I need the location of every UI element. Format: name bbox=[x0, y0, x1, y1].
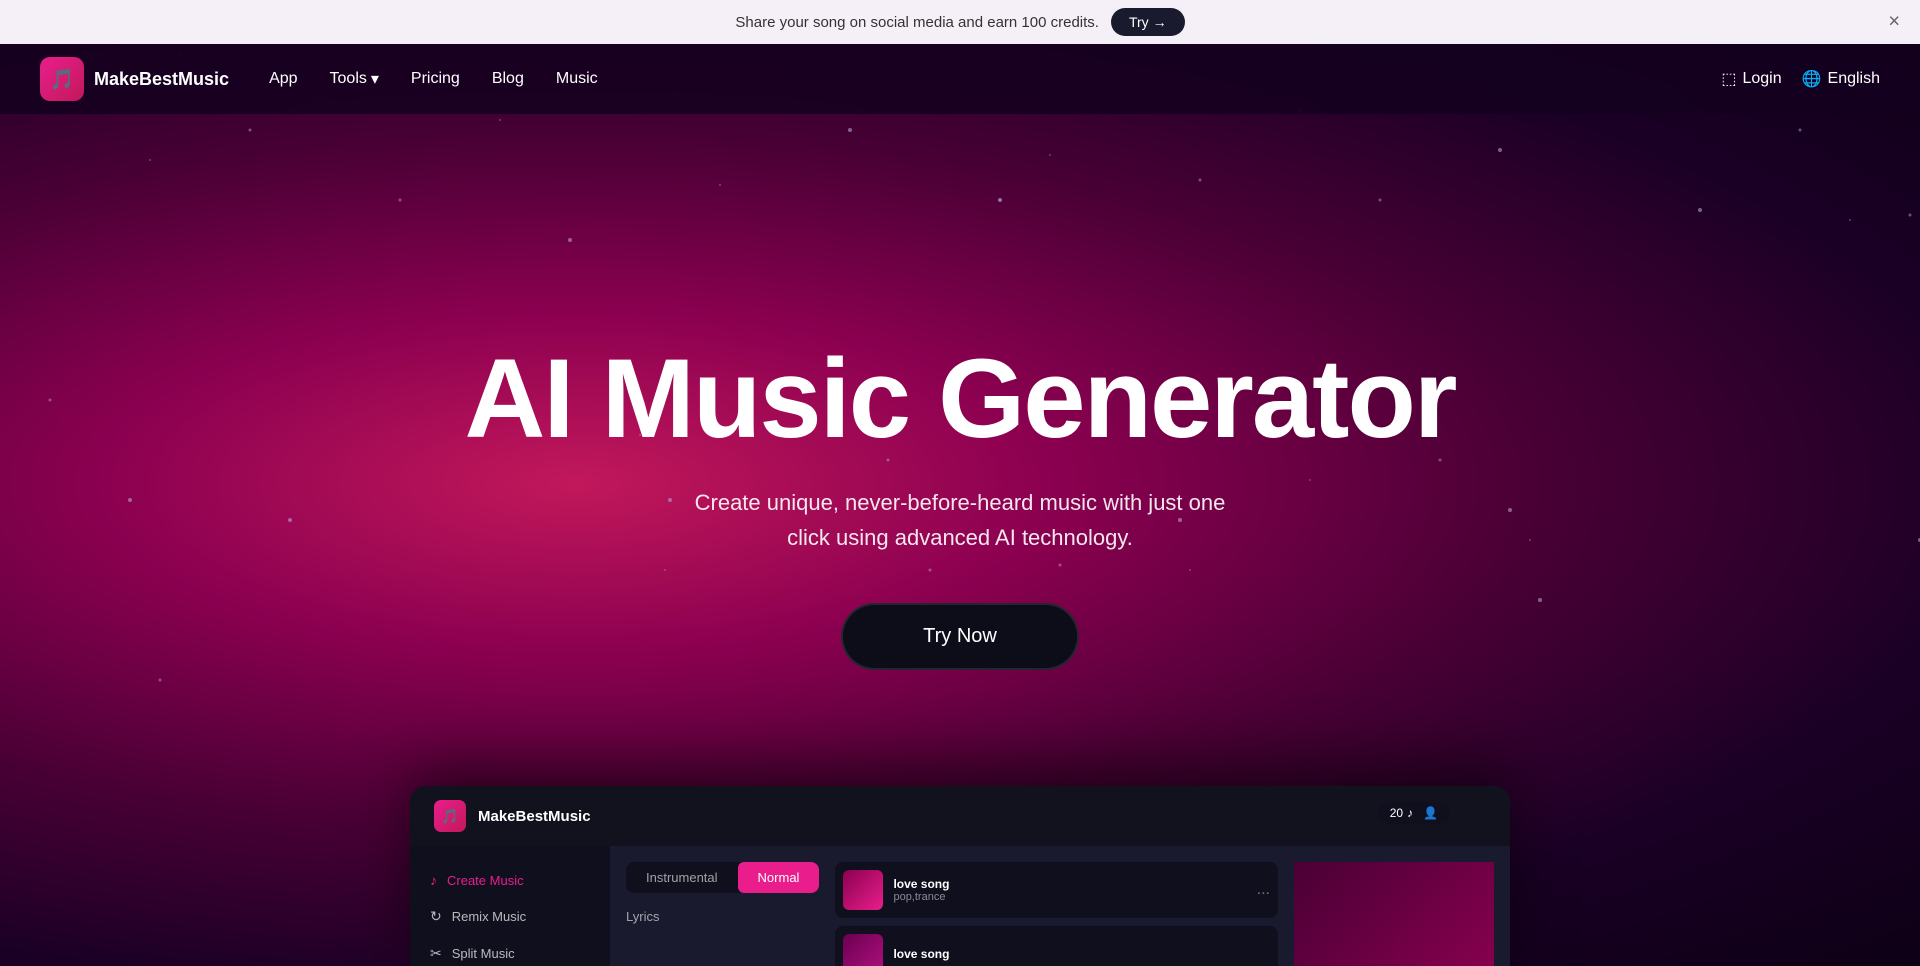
navbar: 🎵 MakeBestMusic App Tools ▾ Pricing Blog… bbox=[0, 44, 1920, 114]
login-label: Login bbox=[1742, 70, 1781, 88]
create-music-icon: ♪ bbox=[430, 872, 437, 888]
song-more-icon-1[interactable]: ... bbox=[1257, 881, 1270, 899]
nav-pricing[interactable]: Pricing bbox=[411, 70, 460, 88]
nav-links: App Tools ▾ Pricing Blog Music bbox=[269, 69, 598, 89]
app-preview-header: 🎵 MakeBestMusic 20 ♪ 👤 bbox=[410, 786, 1510, 846]
credits-badge: 20 ♪ 👤 bbox=[1378, 802, 1450, 824]
app-preview: 🎵 MakeBestMusic 20 ♪ 👤 ♪ Create Music ↻ … bbox=[410, 786, 1510, 966]
sidebar-item-remix-music[interactable]: ↻ Remix Music bbox=[410, 898, 610, 935]
app-body: ♪ Create Music ↻ Remix Music ✂ Split Mus… bbox=[410, 846, 1510, 966]
song-item-1: love song pop,trance ... bbox=[835, 862, 1278, 918]
nav-right: ⬚ Login 🌐 English bbox=[1721, 69, 1880, 89]
song-tags-1: pop,trance bbox=[893, 891, 1246, 903]
nav-music[interactable]: Music bbox=[556, 70, 598, 88]
announcement-bar: Share your song on social media and earn… bbox=[0, 0, 1920, 44]
app-right-preview bbox=[1294, 862, 1494, 960]
login-icon: ⬚ bbox=[1721, 69, 1736, 89]
nav-tools[interactable]: Tools ▾ bbox=[330, 69, 379, 89]
nav-app[interactable]: App bbox=[269, 70, 297, 88]
logo-text: MakeBestMusic bbox=[94, 69, 229, 90]
language-label: English bbox=[1828, 70, 1880, 88]
lyrics-label: Lyrics bbox=[626, 909, 659, 924]
app-sidebar: ♪ Create Music ↻ Remix Music ✂ Split Mus… bbox=[410, 846, 610, 966]
hero-subtitle-line2: click using advanced AI technology. bbox=[787, 525, 1133, 550]
sidebar-item-split-music[interactable]: ✂ Split Music bbox=[410, 935, 610, 966]
remix-icon: ↻ bbox=[430, 908, 442, 925]
login-button[interactable]: ⬚ Login bbox=[1721, 69, 1781, 89]
sidebar-create-label: Create Music bbox=[447, 873, 524, 888]
sidebar-split-label: Split Music bbox=[452, 946, 515, 961]
hero-title: AI Music Generator bbox=[465, 340, 1456, 458]
hero-content: AI Music Generator Create unique, never-… bbox=[465, 340, 1456, 671]
avatar-icon: 👤 bbox=[1423, 806, 1438, 820]
app-logo-icon: 🎵 bbox=[434, 800, 466, 832]
music-note-icon: ♪ bbox=[1407, 806, 1413, 820]
app-logo-text: MakeBestMusic bbox=[478, 808, 591, 825]
chevron-down-icon: ▾ bbox=[371, 69, 379, 89]
normal-toggle[interactable]: Normal bbox=[738, 862, 820, 893]
nav-blog[interactable]: Blog bbox=[492, 70, 524, 88]
mode-toggle: Instrumental Normal Lyrics bbox=[626, 862, 819, 960]
close-announcement-button[interactable]: × bbox=[1888, 11, 1900, 34]
hero-section: AI Music Generator Create unique, never-… bbox=[0, 0, 1920, 966]
announcement-text: Share your song on social media and earn… bbox=[735, 14, 1099, 31]
song-item-2: love song bbox=[835, 926, 1278, 966]
split-icon: ✂ bbox=[430, 945, 442, 962]
song-title-2: love song bbox=[893, 947, 1270, 961]
instrumental-toggle[interactable]: Instrumental bbox=[626, 862, 738, 893]
song-thumbnail-2 bbox=[843, 934, 883, 966]
song-thumbnail-1 bbox=[843, 870, 883, 910]
logo-icon: 🎵 bbox=[40, 57, 84, 101]
hero-cta-button[interactable]: Try Now bbox=[841, 603, 1079, 670]
right-thumbnail bbox=[1294, 862, 1494, 966]
song-info-1: love song pop,trance bbox=[893, 877, 1246, 903]
song-info-2: love song bbox=[893, 947, 1270, 961]
sidebar-item-create-music[interactable]: ♪ Create Music bbox=[410, 862, 610, 898]
app-main: Instrumental Normal Lyrics love song pop… bbox=[610, 846, 1510, 966]
credits-count: 20 bbox=[1390, 806, 1403, 820]
sidebar-remix-label: Remix Music bbox=[452, 909, 526, 924]
logo[interactable]: 🎵 MakeBestMusic bbox=[40, 57, 229, 101]
song-title-1: love song bbox=[893, 877, 1246, 891]
song-list: love song pop,trance ... love song bbox=[835, 862, 1278, 960]
nav-left: 🎵 MakeBestMusic App Tools ▾ Pricing Blog… bbox=[40, 57, 598, 101]
language-button[interactable]: 🌐 English bbox=[1802, 69, 1880, 89]
globe-icon: 🌐 bbox=[1802, 69, 1822, 89]
toggle-row: Instrumental Normal bbox=[626, 862, 819, 893]
hero-subtitle: Create unique, never-before-heard music … bbox=[465, 485, 1456, 555]
announcement-cta[interactable]: Try → bbox=[1111, 8, 1185, 36]
hero-subtitle-line1: Create unique, never-before-heard music … bbox=[695, 490, 1226, 515]
